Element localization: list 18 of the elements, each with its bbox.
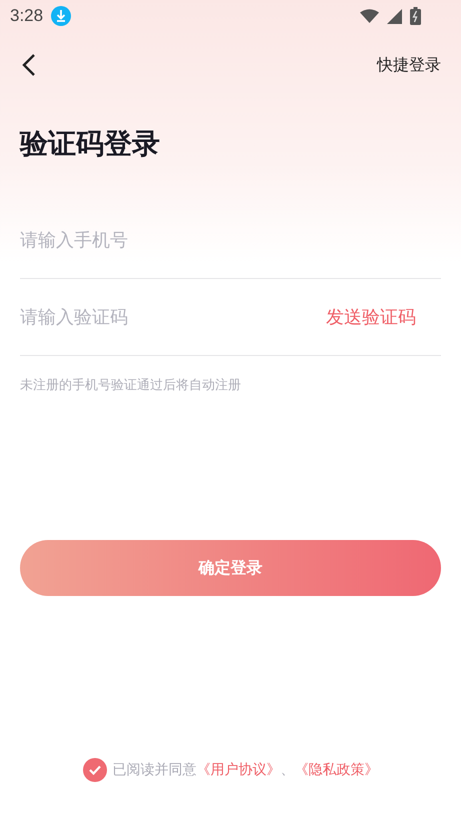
user-agreement-link[interactable]: 《用户协议》 [196, 762, 280, 778]
back-icon[interactable] [22, 53, 36, 77]
wifi-icon [360, 9, 379, 23]
agree-checkbox[interactable] [82, 758, 106, 782]
hint-text: 未注册的手机号验证通过后将自动注册 [20, 377, 242, 394]
phone-field[interactable]: 请输入手机号 [20, 220, 441, 260]
download-icon [51, 6, 72, 26]
login-button[interactable]: 确定登录 [20, 540, 441, 596]
send-code-button[interactable]: 发送验证码 [326, 305, 416, 330]
privacy-policy-link[interactable]: 《隐私政策》 [294, 762, 378, 778]
agreement-text: 已阅读并同意《用户协议》、《隐私政策》 [112, 761, 378, 779]
status-time: 3:28 [10, 6, 44, 26]
quick-login-link[interactable]: 快捷登录 [377, 54, 441, 76]
page-title: 验证码登录 [20, 126, 161, 162]
check-icon [88, 765, 100, 775]
battery-icon [410, 7, 421, 25]
signal-icon [387, 8, 402, 24]
code-field[interactable]: 请输入验证码 [20, 297, 326, 338]
